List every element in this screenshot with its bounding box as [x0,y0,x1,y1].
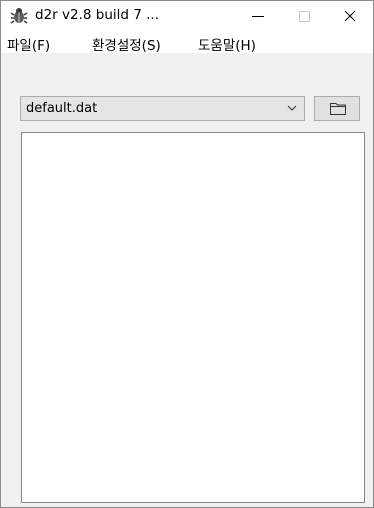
open-folder-button[interactable] [314,96,360,121]
file-select-dropdown[interactable]: default.dat [20,96,305,121]
menu-file[interactable]: 파일(F) [7,34,50,54]
close-button[interactable] [327,1,373,31]
chevron-down-icon [287,105,297,111]
folder-icon [330,103,346,115]
app-window: d2r v2.8 build 7 ... 파일(F) 환경설정(S) 도움말(H… [0,0,374,508]
menu-bar: 파일(F) 환경설정(S) 도움말(H) [1,31,373,54]
minimize-icon [252,16,264,17]
minimize-button[interactable] [235,1,281,31]
menu-settings[interactable]: 환경설정(S) [92,34,161,54]
maximize-icon [299,11,310,22]
selected-file-value: default.dat [26,101,98,116]
maximize-button[interactable] [281,1,327,31]
close-icon [344,10,356,22]
beetle-icon[interactable] [10,7,28,25]
menu-help[interactable]: 도움말(H) [198,34,256,54]
content-list[interactable] [21,132,365,503]
window-title: d2r v2.8 build 7 ... [35,7,159,23]
title-bar[interactable]: d2r v2.8 build 7 ... [1,1,373,31]
